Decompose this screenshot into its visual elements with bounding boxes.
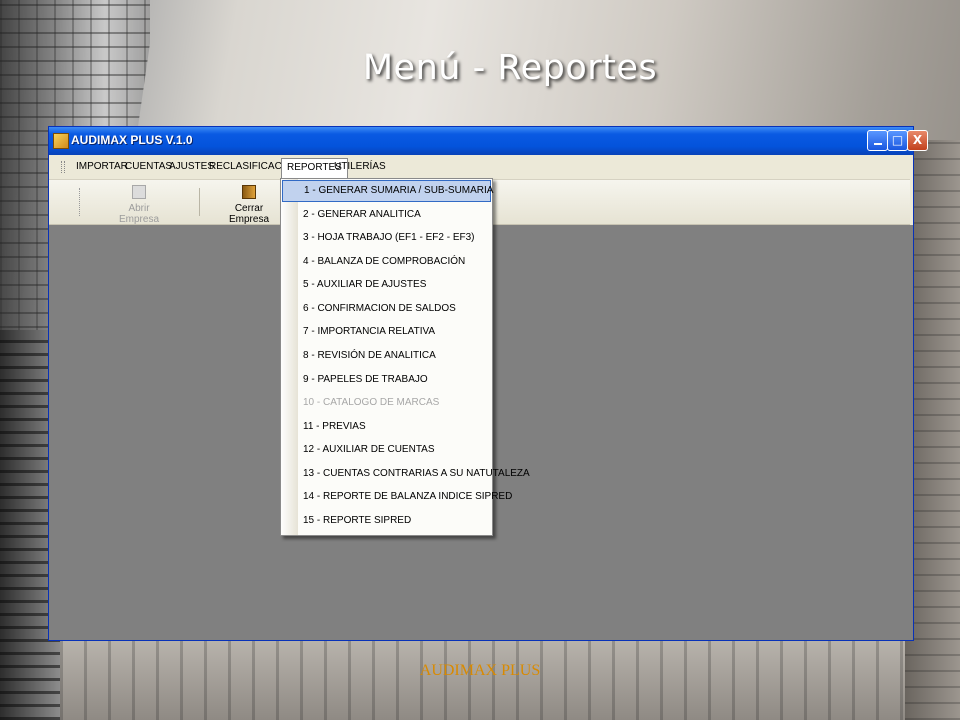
menu-item-reporte-4[interactable]: 4 - BALANZA DE COMPROBACIÓN (282, 251, 491, 273)
toolbar-grip-handle[interactable] (79, 188, 82, 216)
reportes-dropdown-menu: 1 - GENERAR SUMARIA / SUB-SUMARIA 2 - GE… (280, 178, 530, 536)
menu-item-reporte-10: 10 - CATALOGO DE MARCAS (303, 397, 440, 408)
abrir-empresa-button[interactable]: Abrir Empresa (109, 183, 169, 225)
menu-utilerias[interactable]: UTILERÍAS (329, 158, 391, 176)
abrir-empresa-label: Abrir Empresa (118, 203, 159, 225)
minimize-button[interactable] (867, 130, 888, 151)
minimize-icon (873, 143, 882, 145)
cerrar-empresa-label: Cerrar Empresa (228, 203, 269, 225)
cerrar-empresa-button[interactable]: Cerrar Empresa (219, 183, 279, 225)
window-right-edge (910, 179, 913, 225)
menu-item-reporte-8[interactable]: 8 - REVISIÓN DE ANALITICA (282, 345, 491, 367)
menu-item-reporte-3[interactable]: 3 - HOJA TRABAJO (EF1 - EF2 - EF3) (282, 227, 491, 249)
menu-item-reporte-7[interactable]: 7 - IMPORTANCIA RELATIVA (282, 321, 491, 343)
window-title-bar[interactable]: AUDIMAX PLUS V.1.0 □ X (49, 127, 928, 155)
footer-text: AUDIMAX PLUS (419, 662, 541, 679)
menu-item-reporte-13[interactable]: 13 - CUENTAS CONTRARIAS A SU NATUTALEZA (282, 463, 530, 485)
menu-grip-handle[interactable] (61, 161, 65, 173)
folder-open-icon (132, 185, 146, 199)
menu-item-reporte-1[interactable]: 1 - GENERAR SUMARIA / SUB-SUMARIA (282, 180, 493, 202)
slide-title: Menú - Reportes (362, 48, 658, 88)
app-icon (53, 133, 69, 149)
window-title: AUDIMAX PLUS V.1.0 (71, 133, 193, 147)
menu-item-reporte-5[interactable]: 5 - AUXILIAR DE AJUSTES (282, 274, 491, 296)
menu-item-reporte-15[interactable]: 15 - REPORTE SIPRED (282, 510, 491, 532)
menu-item-reporte-6[interactable]: 6 - CONFIRMACION DE SALDOS (282, 298, 491, 320)
close-button[interactable]: X (907, 130, 928, 151)
menu-item-reporte-9[interactable]: 9 - PAPELES DE TRABAJO (282, 369, 491, 391)
maximize-button[interactable]: □ (887, 130, 908, 151)
exit-door-icon (242, 185, 256, 199)
menu-item-reporte-2[interactable]: 2 - GENERAR ANALITICA (282, 204, 491, 226)
toolbar-separator (199, 188, 200, 216)
menu-item-reporte-12[interactable]: 12 - AUXILIAR DE CUENTAS (282, 439, 491, 461)
menu-item-reporte-11[interactable]: 11 - PREVIAS (282, 416, 491, 438)
menu-bar: IMPORTAR CUENTAS AJUSTES RECLASIFICACIÓN… (49, 155, 913, 180)
menu-item-reporte-14[interactable]: 14 - REPORTE DE BALANZA INDICE SIPRED (282, 486, 512, 508)
